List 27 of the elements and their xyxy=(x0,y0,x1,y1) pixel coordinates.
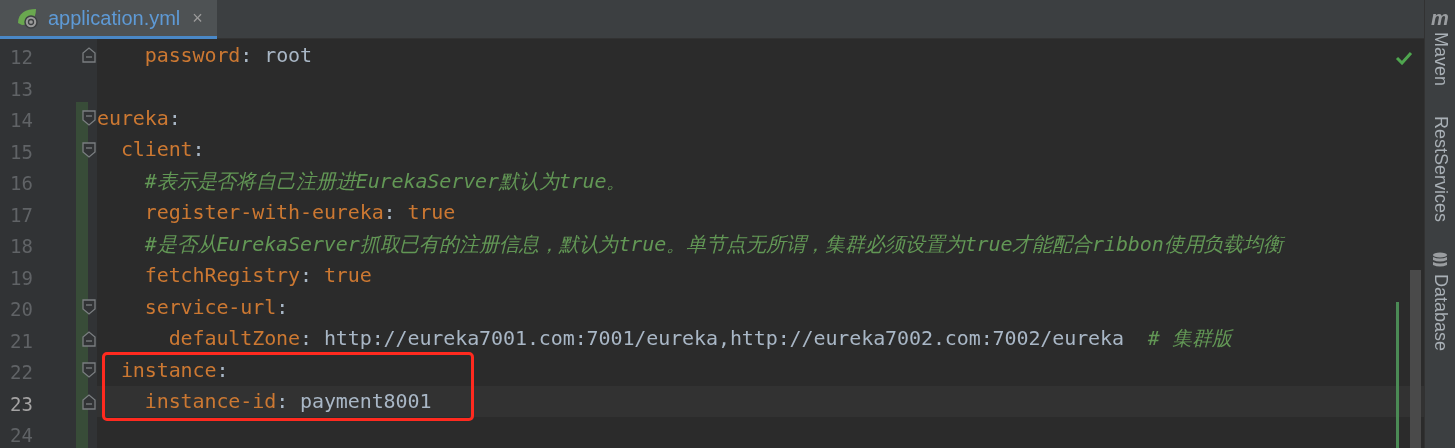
code-line: client: xyxy=(119,136,205,164)
code-line: password: root xyxy=(143,41,312,69)
scrollbar-thumb[interactable] xyxy=(1410,270,1421,448)
fold-collapse-icon[interactable] xyxy=(82,362,96,378)
code-line: eureka: xyxy=(97,104,181,132)
tool-window-button[interactable]: Maven xyxy=(1426,32,1454,87)
code-comment: #表示是否将自己注册进EurekaServer默认为true。 xyxy=(143,167,627,195)
tab-label: application.yml xyxy=(48,6,181,31)
code-line: register-with-eureka: true xyxy=(143,199,456,227)
close-icon[interactable]: × xyxy=(192,4,203,32)
line-number: 23 xyxy=(10,391,33,417)
fold-collapse-icon[interactable] xyxy=(82,141,96,158)
code-line: service-url: xyxy=(143,293,289,321)
file-tab[interactable]: application.yml × xyxy=(0,0,217,39)
code-line: defaultZone: http://eureka7001.com:7001/eureka,http://eureka7002.com:7002/eureka # 集群版 xyxy=(167,325,1232,353)
tool-window-button[interactable]: Database xyxy=(1426,274,1454,352)
code-line: instance-id: payment8001 xyxy=(143,388,432,416)
fold-collapse-icon[interactable] xyxy=(82,299,96,315)
spring-leaf-icon xyxy=(16,7,40,29)
code-line: fetchRegistry: true xyxy=(143,262,372,290)
code-comment: #是否从EurekaServer抓取已有的注册信息，默认为true。单节点无所谓，集群必须设置为true才能配合ribbon使用负载均衡 xyxy=(143,230,1284,258)
fold-end-icon[interactable] xyxy=(82,47,96,63)
maven-icon: m xyxy=(1431,8,1449,28)
checkmark-icon[interactable] xyxy=(1395,51,1413,65)
tool-window-button[interactable]: RestServices xyxy=(1426,116,1454,223)
fold-collapse-icon[interactable] xyxy=(82,110,96,126)
code-line: instance: xyxy=(119,356,229,384)
